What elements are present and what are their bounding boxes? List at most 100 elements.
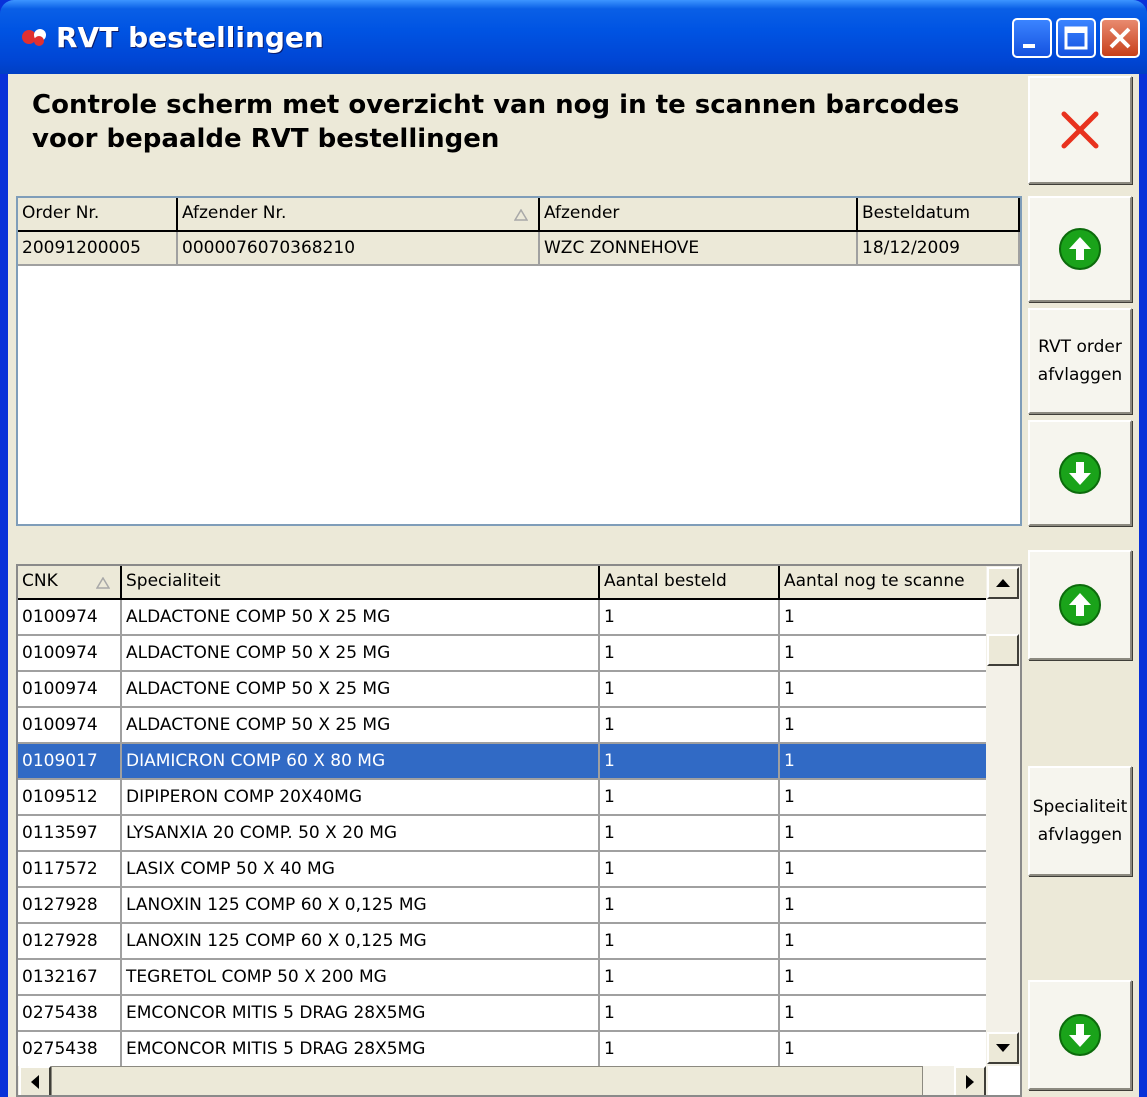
specialiteit-cell: DIPIPERON COMP 20X40MG [122,780,600,816]
window-title: RVT bestellingen [56,21,324,54]
specialiteit-cell: EMCONCOR MITIS 5 DRAG 28X5MG [122,996,600,1032]
aantal-nog-te-scannen-cell: 1 [780,996,988,1032]
minimize-icon [1023,44,1035,48]
specialiteit-cell: LYSANXIA 20 COMP. 50 X 20 MG [122,816,600,852]
aantal-nog-te-scannen-cell: 1 [780,780,988,816]
items-down-button[interactable] [1028,980,1132,1090]
specialiteit-cell: LANOXIN 125 COMP 60 X 0,125 MG [122,888,600,924]
scroll-right-button[interactable] [954,1066,986,1095]
minimize-button[interactable] [1012,18,1052,58]
vertical-scrollbar[interactable] [986,566,1020,1066]
maximize-icon [1064,26,1088,50]
arrow-up-icon [1059,228,1101,270]
maximize-button[interactable] [1056,18,1096,58]
scroll-up-button[interactable] [987,567,1019,599]
table-row[interactable]: 0109512 DIPIPERON COMP 20X40MG 1 1 [18,780,988,816]
aantal-nog-te-scannen-cell: 1 [780,888,988,924]
aantal-besteld-cell: 1 [600,708,780,744]
aantal-besteld-cell: 1 [600,924,780,960]
table-row[interactable]: 0132167 TEGRETOL COMP 50 X 200 MG 1 1 [18,960,988,996]
table-row[interactable]: 0100974 ALDACTONE COMP 50 X 25 MG 1 1 [18,672,988,708]
horizontal-scrollbar[interactable] [18,1066,988,1095]
aantal-nog-te-scannen-cell: 1 [780,852,988,888]
aantal-besteld-cell: 1 [600,852,780,888]
specialiteit-cell: LANOXIN 125 COMP 60 X 0,125 MG [122,924,600,960]
specialiteit-cell: ALDACTONE COMP 50 X 25 MG [122,672,600,708]
aantal-nog-te-scannen-cell: 1 [780,816,988,852]
table-row[interactable]: 0127928 LANOXIN 125 COMP 60 X 0,125 MG 1 1 [18,888,988,924]
column-header-aantal-nog-te-scannen[interactable]: Aantal nog te scanne [780,566,988,600]
scroll-left-arrow-icon [31,1075,39,1089]
specialiteit-cell: TEGRETOL COMP 50 X 200 MG [122,960,600,996]
table-row[interactable]: 0100974 ALDACTONE COMP 50 X 25 MG 1 1 [18,636,988,672]
afzender-nr-cell: 0000076070368210 [178,232,540,266]
cnk-cell: 0109017 [18,744,122,780]
aantal-besteld-cell: 1 [600,744,780,780]
table-row[interactable]: 0113597 LYSANXIA 20 COMP. 50 X 20 MG 1 1 [18,816,988,852]
cnk-cell: 0127928 [18,924,122,960]
close-icon [1061,111,1099,149]
cnk-cell: 0100974 [18,600,122,636]
column-header-aantal-besteld[interactable]: Aantal besteld [600,566,780,600]
rvt-order-afvlaggen-button[interactable]: RVT order afvlaggen [1028,308,1132,414]
order-up-button[interactable] [1028,196,1132,302]
aantal-nog-te-scannen-cell: 1 [780,600,988,636]
table-row[interactable]: 0127928 LANOXIN 125 COMP 60 X 0,125 MG 1 1 [18,924,988,960]
table-row[interactable]: 20091200005 0000076070368210 WZC ZONNEHO… [18,232,1020,266]
aantal-besteld-cell: 1 [600,960,780,996]
aantal-nog-te-scannen-cell: 1 [780,744,988,780]
aantal-besteld-cell: 1 [600,780,780,816]
title-bar[interactable]: RVT bestellingen [0,0,1147,74]
scroll-down-button[interactable] [987,1032,1019,1064]
aantal-besteld-cell: 1 [600,600,780,636]
column-header-specialiteit[interactable]: Specialiteit [122,566,600,600]
arrow-down-icon [1059,452,1101,494]
specialiteit-afvlaggen-button[interactable]: Specialiteit afvlaggen [1028,766,1132,876]
column-header-cnk[interactable]: CNK [18,566,122,600]
column-header-afzender[interactable]: Afzender [540,198,858,232]
aantal-nog-te-scannen-cell: 1 [780,636,988,672]
orders-grid[interactable]: Order Nr. Afzender Nr. Afzender Bestelda… [16,196,1022,526]
scroll-left-button[interactable] [19,1066,51,1095]
aantal-besteld-cell: 1 [600,816,780,852]
aantal-besteld-cell: 1 [600,1032,780,1066]
column-header-besteldatum[interactable]: Besteldatum [858,198,1020,232]
column-header-order-nr[interactable]: Order Nr. [18,198,178,232]
page-heading: Controle scherm met overzicht van nog in… [32,90,960,154]
items-grid[interactable]: CNK Specialiteit Aantal besteld Aantal n… [16,564,1022,1097]
table-row[interactable]: 0275438 EMCONCOR MITIS 5 DRAG 28X5MG 1 1 [18,996,988,1032]
order-nr-cell: 20091200005 [18,232,178,266]
scroll-down-arrow-icon [996,1044,1010,1052]
aantal-nog-te-scannen-cell: 1 [780,672,988,708]
table-row[interactable]: 0100974 ALDACTONE COMP 50 X 25 MG 1 1 [18,708,988,744]
client-area: Controle scherm met overzicht van nog in… [8,74,1139,1097]
aantal-besteld-cell: 1 [600,636,780,672]
scroll-right-arrow-icon [966,1075,974,1089]
table-row[interactable]: 0117572 LASIX COMP 50 X 40 MG 1 1 [18,852,988,888]
cnk-cell: 0275438 [18,996,122,1032]
aantal-nog-te-scannen-cell: 1 [780,924,988,960]
scroll-thumb[interactable] [987,634,1019,666]
scroll-up-arrow-icon [996,579,1010,587]
order-down-button[interactable] [1028,420,1132,526]
window-close-button[interactable] [1100,18,1140,58]
besteldatum-cell: 18/12/2009 [858,232,1020,266]
afzender-cell: WZC ZONNEHOVE [540,232,858,266]
table-row[interactable]: 0100974 ALDACTONE COMP 50 X 25 MG 1 1 [18,600,988,636]
specialiteit-cell: ALDACTONE COMP 50 X 25 MG [122,708,600,744]
items-up-button[interactable] [1028,550,1132,660]
cnk-cell: 0100974 [18,708,122,744]
cnk-cell: 0117572 [18,852,122,888]
aantal-nog-te-scannen-cell: 1 [780,1032,988,1066]
table-row[interactable]: 0275438 EMCONCOR MITIS 5 DRAG 28X5MG 1 1 [18,1032,988,1066]
cnk-cell: 0132167 [18,960,122,996]
cnk-cell: 0127928 [18,888,122,924]
sort-indicator-icon [514,209,528,221]
column-header-afzender-nr[interactable]: Afzender Nr. [178,198,540,232]
scroll-thumb-horizontal[interactable] [51,1066,923,1095]
table-row[interactable]: 0109017 DIAMICRON COMP 60 X 80 MG 1 1 [18,744,988,780]
cnk-cell: 0275438 [18,1032,122,1066]
app-icon [22,29,46,46]
aantal-besteld-cell: 1 [600,996,780,1032]
cancel-button[interactable] [1028,76,1132,184]
